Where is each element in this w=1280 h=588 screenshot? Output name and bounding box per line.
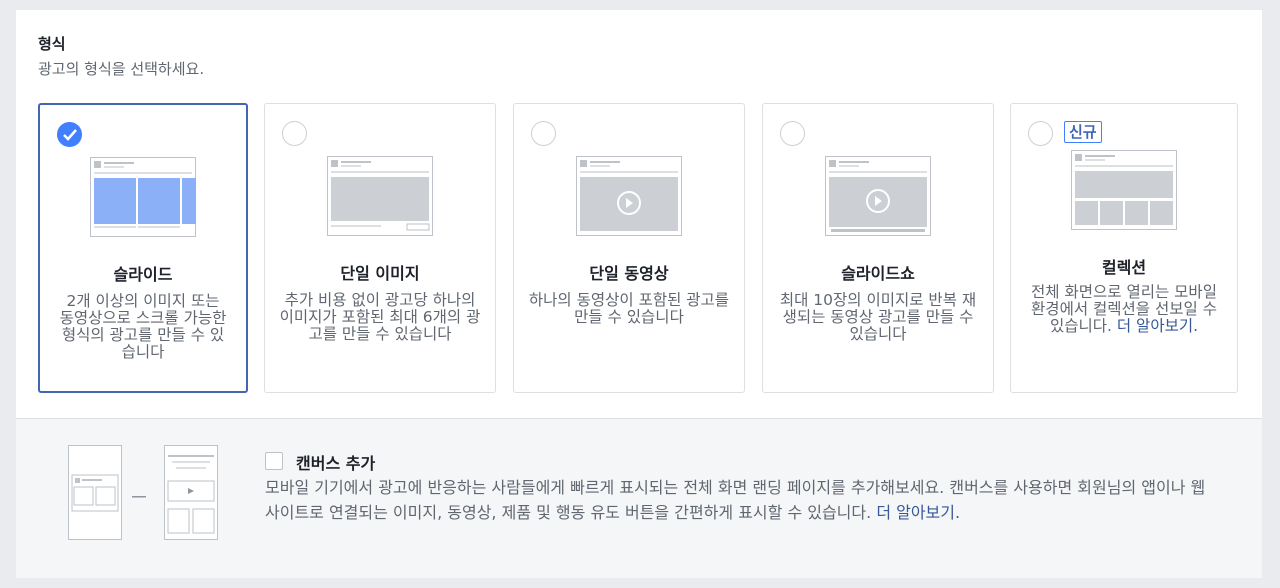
canvas-description-text: 모바일 기기에서 광고에 반응하는 사람들에게 빠르게 표시되는 전체 화면 랜…	[265, 478, 1206, 522]
new-badge: 신규	[1064, 121, 1102, 143]
radio-icon[interactable]	[780, 121, 805, 146]
canvas-section: 캔버스 추가 모바일 기기에서 광고에 반응하는 사람들에게 빠르게 표시되는 …	[16, 418, 1262, 578]
card-name: 슬라이드	[113, 265, 173, 284]
single-video-thumbnail-icon	[576, 156, 682, 236]
carousel-thumbnail-icon	[90, 157, 196, 237]
format-card-collection[interactable]: 신규 컬렉션 전체 화면으로 열리는 모바일 환경에서 컬렉션을 선보일 수 있…	[1010, 103, 1238, 393]
single-image-thumbnail-icon	[327, 156, 433, 236]
slideshow-thumbnail-icon	[825, 156, 931, 236]
radio-icon[interactable]	[282, 121, 307, 146]
card-description: 하나의 동영상이 포함된 광고를 만들 수 있습니다	[528, 291, 730, 326]
canvas-title: 캔버스 추가	[296, 454, 376, 473]
canvas-illustration-icon	[68, 445, 218, 540]
radio-icon[interactable]	[531, 121, 556, 146]
format-panel: 형식 광고의 형식을 선택하세요. 슬라이드 2개 이상의 이미지 또는 동영상…	[16, 10, 1262, 418]
format-card-single-image[interactable]: 단일 이미지 추가 비용 없이 광고당 하나의 이미지가 포함된 최대 6개의 …	[264, 103, 496, 393]
check-icon	[57, 122, 82, 147]
format-card-single-video[interactable]: 단일 동영상 하나의 동영상이 포함된 광고를 만들 수 있습니다	[513, 103, 745, 393]
collection-thumbnail-icon	[1071, 150, 1177, 230]
section-title: 형식	[38, 35, 66, 53]
canvas-description: 모바일 기기에서 광고에 반응하는 사람들에게 빠르게 표시되는 전체 화면 랜…	[265, 475, 1215, 525]
card-name: 슬라이드쇼	[841, 264, 915, 283]
card-description: 전체 화면으로 열리는 모바일 환경에서 컬렉션을 선보일 수 있습니다. 더 …	[1023, 284, 1225, 335]
format-card-slideshow[interactable]: 슬라이드쇼 최대 10장의 이미지로 반복 재생되는 동영상 광고를 만들 수 …	[762, 103, 994, 393]
canvas-learn-more-link[interactable]: 더 알아보기.	[876, 503, 960, 522]
card-name: 컬렉션	[1101, 258, 1147, 277]
card-name: 단일 이미지	[340, 264, 420, 283]
section-subtitle: 광고의 형식을 선택하세요.	[38, 60, 205, 78]
radio-icon[interactable]	[1028, 121, 1053, 146]
format-card-carousel[interactable]: 슬라이드 2개 이상의 이미지 또는 동영상으로 스크롤 가능한 형식의 광고를…	[38, 103, 248, 393]
card-description: 추가 비용 없이 광고당 하나의 이미지가 포함된 최대 6개의 광고를 만들 …	[279, 291, 481, 343]
canvas-checkbox[interactable]	[265, 452, 283, 470]
card-description: 2개 이상의 이미지 또는 동영상으로 스크롤 가능한 형식의 광고를 만들 수…	[59, 292, 227, 361]
card-description: 최대 10장의 이미지로 반복 재생되는 동영상 광고를 만들 수 있습니다	[779, 291, 977, 343]
card-name: 단일 동영상	[589, 264, 669, 283]
learn-more-link[interactable]: 더 알아보기.	[1117, 317, 1198, 335]
